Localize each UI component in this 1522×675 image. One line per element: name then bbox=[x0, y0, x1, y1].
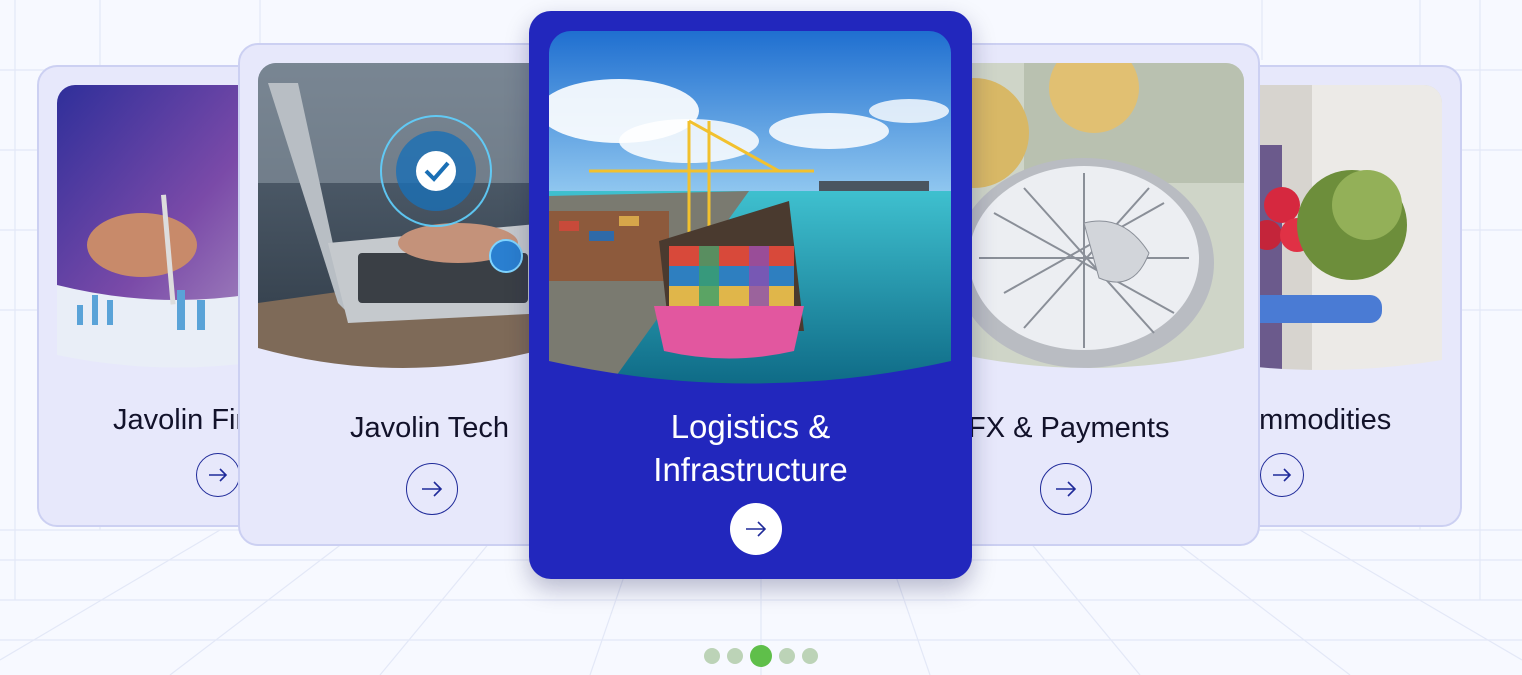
fx-image bbox=[954, 63, 1244, 375]
card-title: Commodities bbox=[1242, 404, 1392, 436]
card-arrow-button[interactable] bbox=[1260, 453, 1304, 497]
finance-image bbox=[57, 85, 257, 370]
card-commodities[interactable]: Commodities bbox=[1240, 65, 1462, 527]
card-arrow-button[interactable] bbox=[1040, 463, 1092, 515]
arrow-right-icon bbox=[1273, 468, 1292, 482]
card-title: FX & Payments bbox=[968, 412, 1170, 444]
card-title: Logistics & Infrastructure bbox=[653, 408, 848, 488]
card-fx-payments[interactable]: FX & Payments bbox=[952, 43, 1260, 546]
arrow-right-icon bbox=[1056, 481, 1077, 497]
card-arrow-button[interactable] bbox=[406, 463, 458, 515]
services-carousel: Javolin Finance Commodities bbox=[0, 0, 1522, 675]
pagination-dot[interactable] bbox=[779, 648, 795, 664]
card-arrow-button[interactable] bbox=[730, 503, 782, 555]
card-javolin-finance[interactable]: Javolin Finance bbox=[37, 65, 259, 527]
logistics-image bbox=[549, 31, 951, 386]
pagination-dot[interactable] bbox=[802, 648, 818, 664]
pagination-dot[interactable] bbox=[727, 648, 743, 664]
pagination-dot-active[interactable] bbox=[750, 645, 772, 667]
arrow-right-icon bbox=[422, 481, 443, 497]
card-logistics-infrastructure[interactable]: Logistics & Infrastructure bbox=[529, 11, 972, 579]
card-title: Javolin Tech bbox=[350, 412, 510, 444]
card-arrow-button[interactable] bbox=[196, 453, 240, 497]
arrow-right-icon bbox=[209, 468, 228, 482]
card-javolin-tech[interactable]: Javolin Tech bbox=[238, 43, 548, 546]
carousel-pagination bbox=[0, 645, 1522, 667]
arrow-right-icon bbox=[746, 521, 767, 537]
pagination-dot[interactable] bbox=[704, 648, 720, 664]
tech-image bbox=[258, 63, 546, 375]
commodities-image bbox=[1242, 85, 1442, 370]
